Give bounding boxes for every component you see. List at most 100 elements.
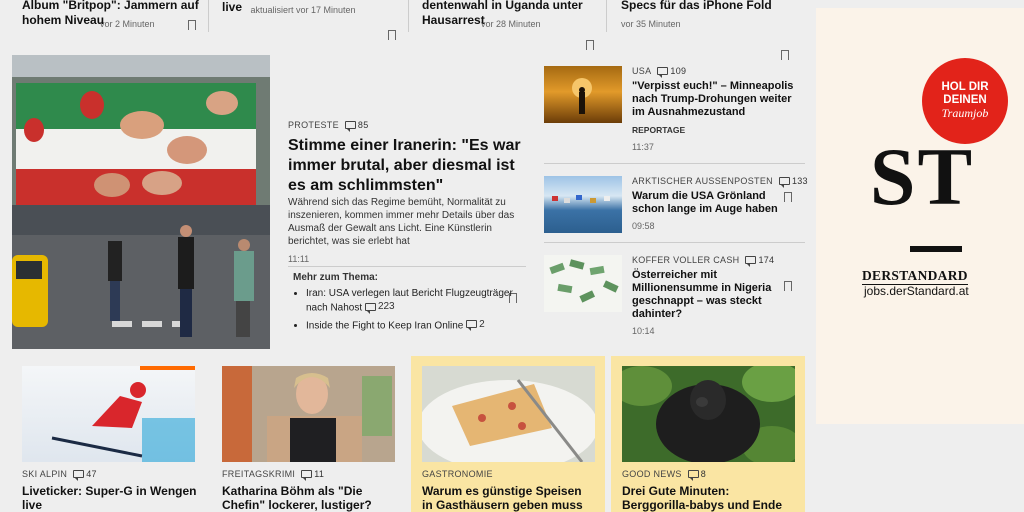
protester-silhouette-image [572,78,592,114]
comment-icon [745,256,757,267]
comment-count[interactable]: 47 [73,469,97,481]
reportage-tag: REPORTAGE [632,125,686,135]
main-article-title[interactable]: Stimme einer Iranerin: "Es war immer bru… [288,136,526,196]
comment-icon [364,302,376,314]
ad-url[interactable]: jobs.derStandard.at [864,284,969,298]
comment-count-value: 133 [791,176,808,186]
bottom-article-image[interactable] [422,366,595,462]
bottom-article-kicker-row: GASTRONOMIE [422,469,493,479]
comment-icon [466,320,478,331]
side-article-image[interactable] [544,176,622,233]
top-article-3-time: vor 28 Minuten [481,19,541,29]
comment-icon [344,121,356,132]
more-topic-text[interactable]: Inside the Fight to Keep Iran Online [306,320,463,331]
top-article-2[interactable]: live aktualisiert vor 17 Minuten [222,0,402,18]
comment-icon [778,177,790,188]
comment-count-value: 11 [314,469,325,479]
divider [288,266,526,267]
bookmark-icon[interactable] [784,192,792,205]
side-article-title[interactable]: Österreicher mit Millionensumme in Niger… [632,269,792,321]
side-article-kicker[interactable]: KOFFER VOLLER CASH [632,255,739,265]
side-article-image[interactable] [544,255,622,312]
top-article-2-time: aktualisiert vor 17 Minuten [250,5,356,15]
more-topic-item[interactable]: Inside the Fight to Keep Iran Online 2 [306,318,528,333]
bottom-article-kicker-row: SKI ALPIN 47 [22,469,97,481]
divider [544,242,805,243]
comment-count-value: 8 [700,469,707,479]
column-divider [606,0,607,32]
side-article-kicker[interactable]: ARKTISCHER AUSSENPOSTEN [632,176,773,186]
column-divider [208,0,209,32]
bottom-article-kicker-row: FREITAGSKRIMI 11 [222,469,325,481]
comment-count-value: 109 [670,66,687,76]
side-article-title[interactable]: Warum die USA Grönland schon lange im Au… [632,190,782,216]
comment-count-value: 174 [758,255,775,265]
bottom-article-kicker[interactable]: GASTRONOMIE [422,469,493,479]
comment-icon [657,67,669,78]
side-article-kicker-row: USA 109 [632,66,687,78]
comment-count-value: 223 [377,301,395,312]
comment-count[interactable]: 8 [687,469,707,481]
bottom-article-image[interactable] [622,366,795,462]
comment-count-value: 47 [86,469,97,479]
bookmark-icon[interactable] [188,20,196,33]
comment-count[interactable]: 109 [657,66,687,78]
side-article-kicker[interactable]: USA [632,66,651,76]
side-article-time: 10:14 [632,326,655,336]
street-mural-image [12,55,270,349]
bottom-article-title[interactable]: Drei Gute Minuten: Berggorilla-babys und… [622,484,794,512]
more-topic-text[interactable]: Iran: USA verlegen laut Bericht Flugzeug… [306,288,513,314]
comment-count[interactable]: 174 [745,255,775,267]
side-article-time: 09:58 [632,221,655,231]
divider [544,163,805,164]
main-article-kicker-row: PROTESTE 85 [288,120,369,132]
comment-icon [687,470,699,481]
side-article-title[interactable]: "Verpisst euch!" – Minneapolis nach Trum… [632,80,798,119]
main-article-kicker[interactable]: PROTESTE [288,120,339,130]
top-article-4-time: vor 35 Minuten [621,19,681,29]
bookmark-icon[interactable] [781,50,789,63]
more-topic-item[interactable]: Iran: USA verlegen laut Bericht Flugzeug… [306,287,528,315]
bottom-article-title[interactable]: Liveticker: Super-G in Wengen live [22,484,197,512]
bottom-article-image[interactable] [22,366,195,462]
comment-icon [73,470,85,481]
derstandard-logo-mark: ST [869,131,975,222]
ski-racer-image [51,366,195,462]
bottom-article-title[interactable]: Warum es günstige Speisen in Gasthäusern… [422,484,594,512]
comment-count-value: 2 [479,318,485,330]
more-topic-list: Iran: USA verlegen laut Bericht Flugzeug… [306,287,528,332]
bottom-article-kicker[interactable]: GOOD NEWS [622,469,682,479]
bottom-article-kicker[interactable]: FREITAGSKRIMI [222,469,295,479]
side-article-image[interactable] [544,66,622,123]
comment-count[interactable]: 85 [344,120,369,132]
job-ad-banner[interactable]: HOL DIR DEINEN Traumjob ST DERSTANDARD j… [816,8,1024,424]
top-article-1-time: vor 2 Minuten [100,19,155,29]
bookmark-icon[interactable] [586,40,594,53]
bookmark-icon[interactable] [388,30,396,43]
top-article-2-title[interactable]: live [222,0,242,14]
top-article-4[interactable]: Specs für das iPhone Fold [621,0,801,13]
banknotes-image [549,259,619,303]
main-article-time: 11:11 [288,254,310,264]
side-article-kicker-row: ARKTISCHER AUSSENPOSTEN 133 [632,176,808,188]
top-article-4-title[interactable]: Specs für das iPhone Fold [621,0,801,13]
comment-count[interactable]: 2 [466,318,485,331]
logo-underbar [910,246,962,252]
portrait-image [222,366,392,462]
comment-icon [301,470,313,481]
bottom-article-kicker[interactable]: SKI ALPIN [22,469,67,479]
comment-count[interactable]: 133 [778,176,808,188]
ad-brand: DERSTANDARD [862,268,968,285]
greenland-town-image [552,195,610,203]
bottom-article-title[interactable]: Katharina Böhm als "Die Chefin" lockerer… [222,484,402,512]
comment-count-value: 85 [357,120,369,130]
gorilla-image [622,366,795,462]
bottom-article-image[interactable] [222,366,395,462]
main-article-image[interactable] [12,55,270,349]
comment-count[interactable]: 11 [301,469,325,481]
bottom-article-kicker-row: GOOD NEWS 8 [622,469,707,481]
comment-count[interactable]: 223 [364,300,395,314]
food-plate-image [422,379,595,462]
ad-circle-line-1: HOL DIR [941,81,989,93]
column-divider [408,0,409,32]
